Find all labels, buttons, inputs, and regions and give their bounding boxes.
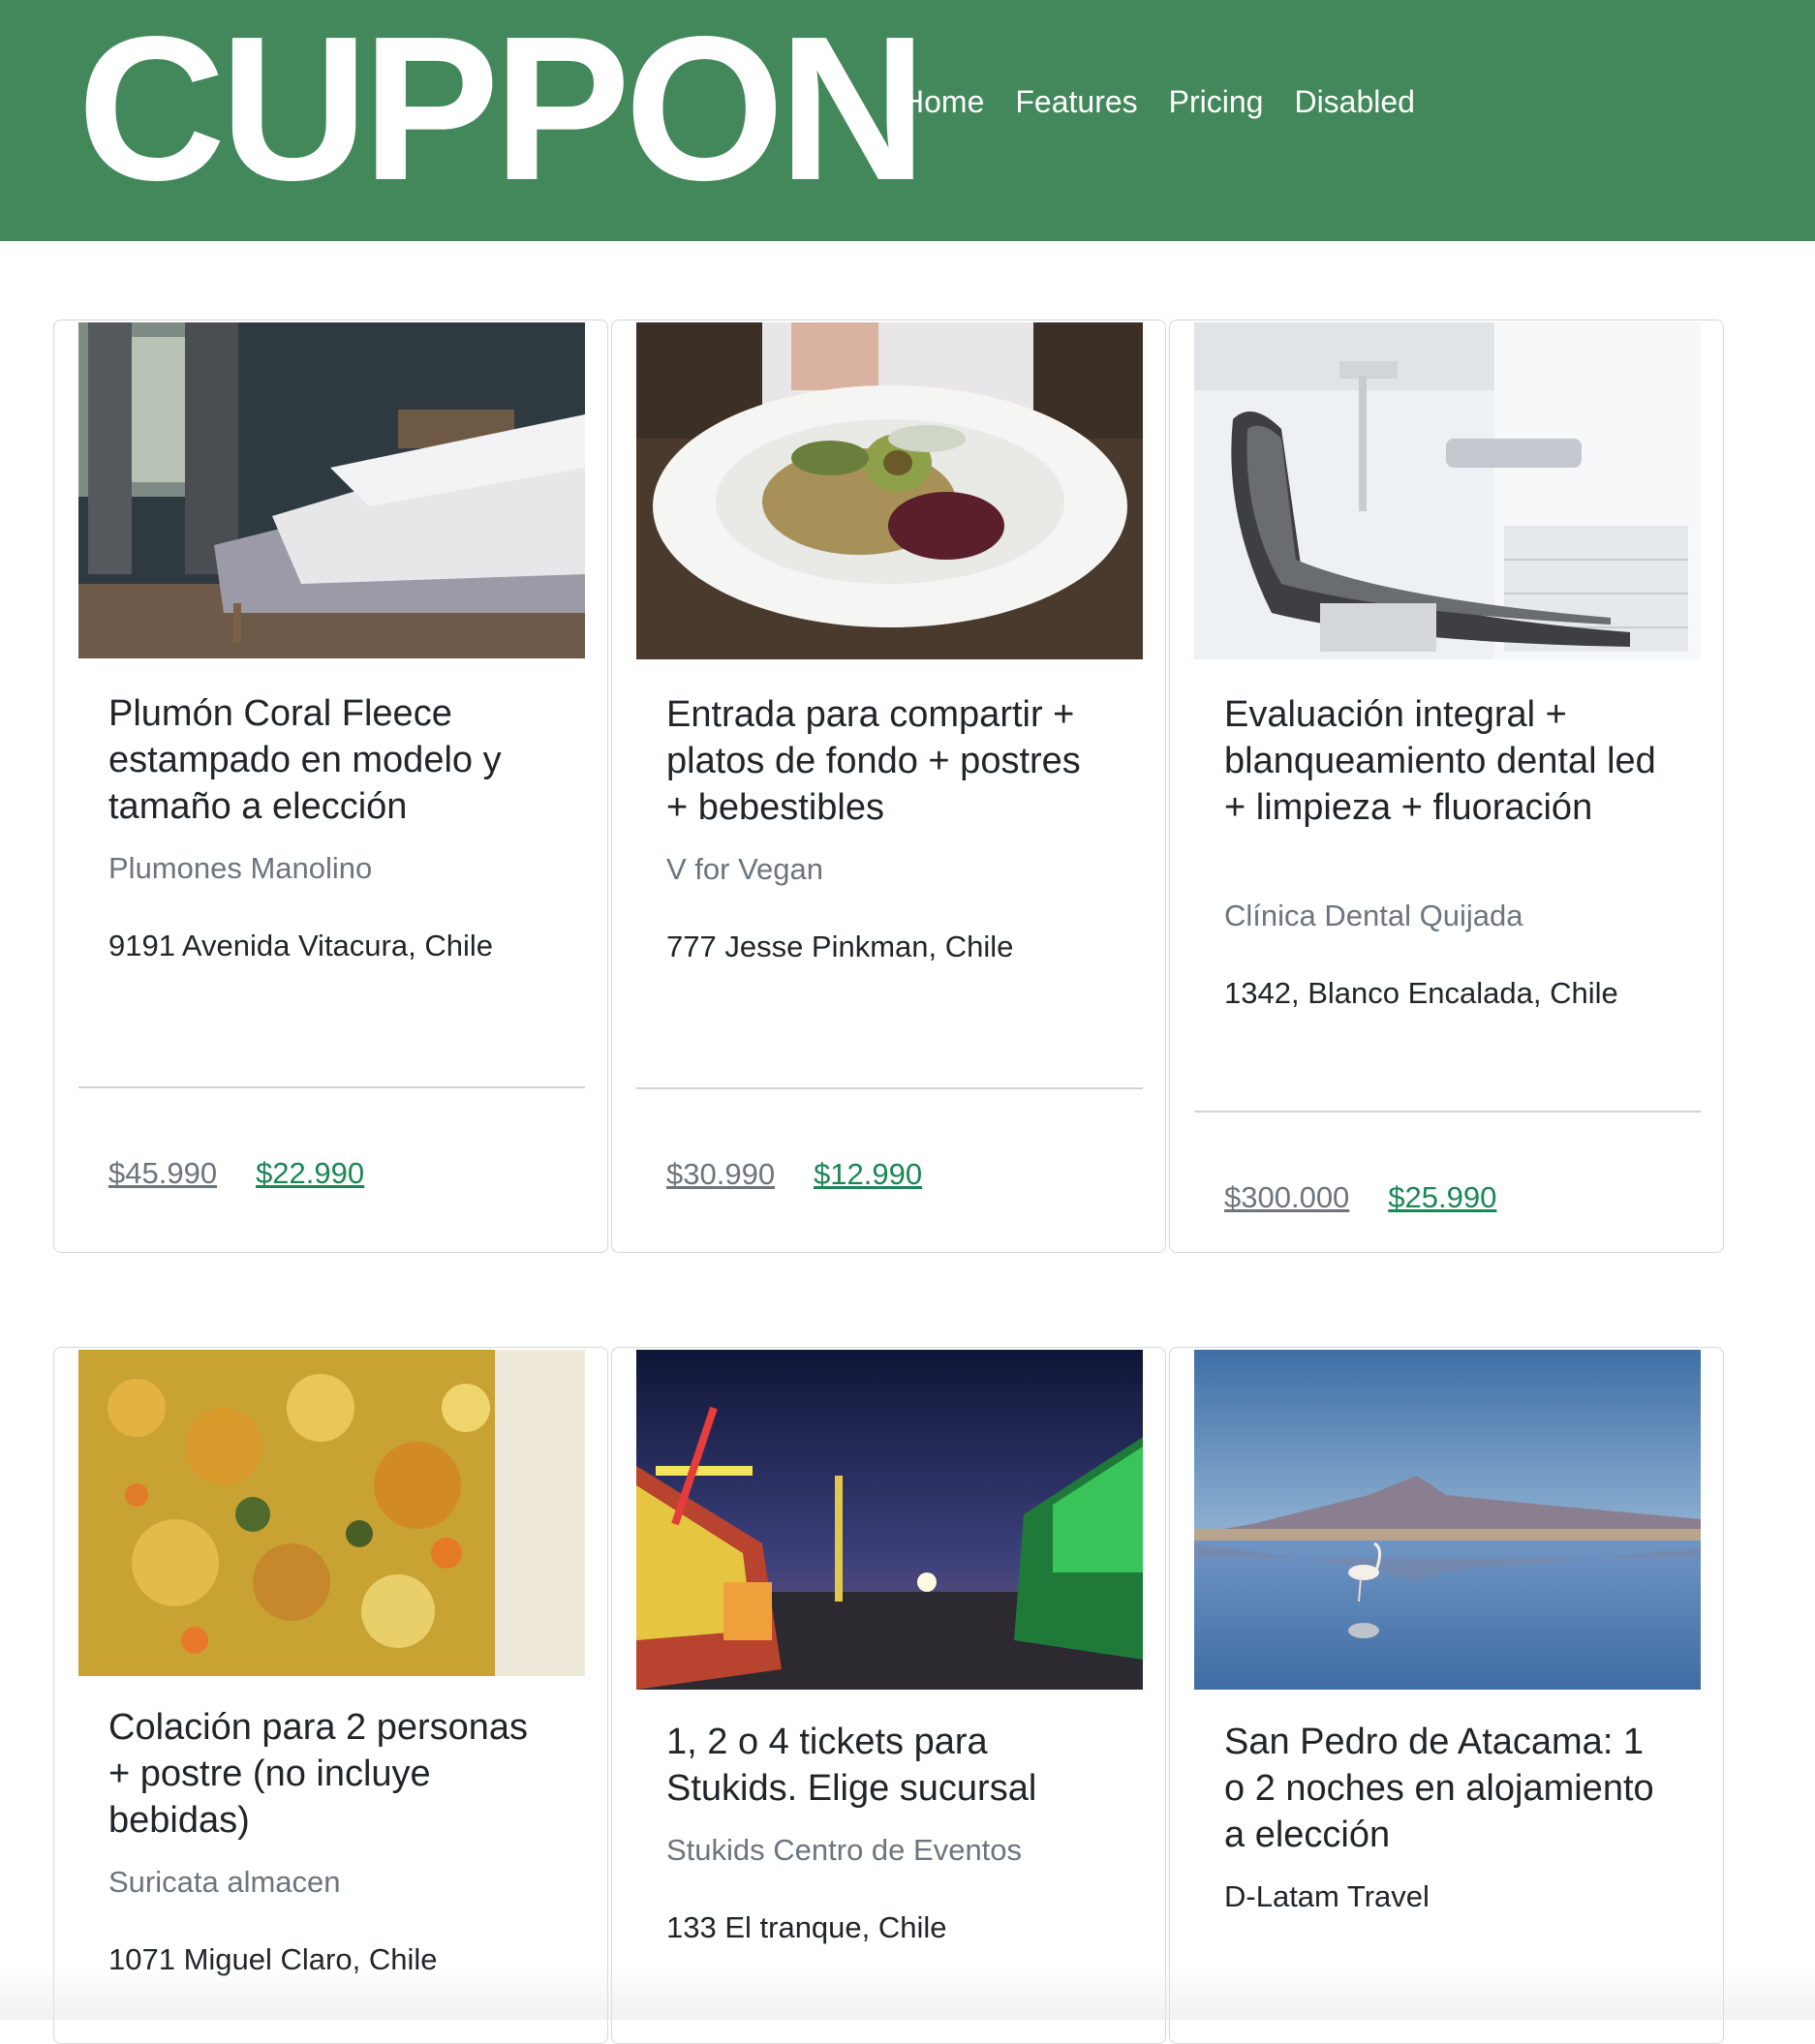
deal-merchant: Suricata almacen (108, 1865, 341, 1899)
deal-image-dental-chair[interactable] (1194, 322, 1701, 659)
nav-features[interactable]: Features (1000, 84, 1153, 120)
nav-links: Home Features Pricing Disabled (902, 84, 1430, 120)
discount-price[interactable]: $12.990 (814, 1155, 922, 1194)
deal-image-vegan-dish[interactable] (636, 322, 1143, 659)
deal-title[interactable]: San Pedro de Atacama: 1 o 2 noches en al… (1224, 1719, 1670, 1858)
deal-card[interactable]: San Pedro de Atacama: 1 o 2 noches en al… (1169, 1347, 1724, 2044)
deal-image-bedroom[interactable] (78, 322, 585, 658)
deal-title[interactable]: Entrada para compartir + platos de fondo… (666, 691, 1112, 831)
deal-address: 133 El tranque, Chile (666, 1910, 947, 1944)
deal-merchant: Stukids Centro de Eventos (666, 1833, 1023, 1867)
deal-address: 9191 Avenida Vitacura, Chile (108, 929, 493, 962)
deal-image-vegetable-stew[interactable] (78, 1350, 585, 1676)
deal-address: 1342, Blanco Encalada, Chile (1224, 976, 1618, 1010)
nav-home[interactable]: Home (902, 84, 1000, 120)
deal-card[interactable]: Entrada para compartir + platos de fondo… (611, 320, 1166, 1253)
deal-card[interactable]: 1, 2 o 4 tickets para Stukids. Elige suc… (611, 1347, 1166, 2044)
card-divider (636, 1087, 1143, 1089)
price-row: $45.990 $22.990 (108, 1154, 364, 1193)
deal-card[interactable]: Colación para 2 personas + postre (no in… (53, 1347, 608, 2044)
deal-merchant: V for Vegan (666, 852, 824, 886)
navbar: CUPPON Home Features Pricing Disabled (0, 0, 1815, 241)
deal-address: 1071 Miguel Claro, Chile (108, 1942, 438, 1976)
original-price[interactable]: $45.990 (108, 1154, 217, 1193)
original-price[interactable]: $30.990 (666, 1155, 775, 1194)
deal-address: 777 Jesse Pinkman, Chile (666, 930, 1014, 963)
price-row: $300.000 $25.990 (1224, 1178, 1496, 1217)
deal-title[interactable]: Evaluación integral + blanqueamiento den… (1224, 691, 1670, 831)
deal-card[interactable]: Evaluación integral + blanqueamiento den… (1169, 320, 1724, 1253)
deal-merchant: D-Latam Travel (1224, 1879, 1430, 1913)
deal-title[interactable]: Plumón Coral Fleece estampado en modelo … (108, 690, 554, 830)
card-divider (1194, 1111, 1701, 1113)
original-price[interactable]: $300.000 (1224, 1178, 1349, 1217)
price-row: $30.990 $12.990 (666, 1155, 922, 1194)
card-divider (78, 1086, 585, 1088)
deal-title[interactable]: Colación para 2 personas + postre (no in… (108, 1704, 554, 1844)
nav-pricing[interactable]: Pricing (1154, 84, 1279, 120)
deal-merchant: Clínica Dental Quijada (1224, 899, 1523, 932)
deal-title[interactable]: 1, 2 o 4 tickets para Stukids. Elige suc… (666, 1719, 1112, 1812)
discount-price[interactable]: $22.990 (256, 1154, 364, 1193)
deal-merchant: Plumones Manolino (108, 851, 373, 885)
deal-card[interactable]: Plumón Coral Fleece estampado en modelo … (53, 320, 608, 1253)
brand-logo[interactable]: CUPPON (77, 6, 927, 211)
deal-image-fairground[interactable] (636, 1350, 1143, 1690)
deal-image-flamingo-lagoon[interactable] (1194, 1350, 1701, 1690)
nav-disabled: Disabled (1294, 84, 1415, 119)
discount-price[interactable]: $25.990 (1388, 1178, 1496, 1217)
